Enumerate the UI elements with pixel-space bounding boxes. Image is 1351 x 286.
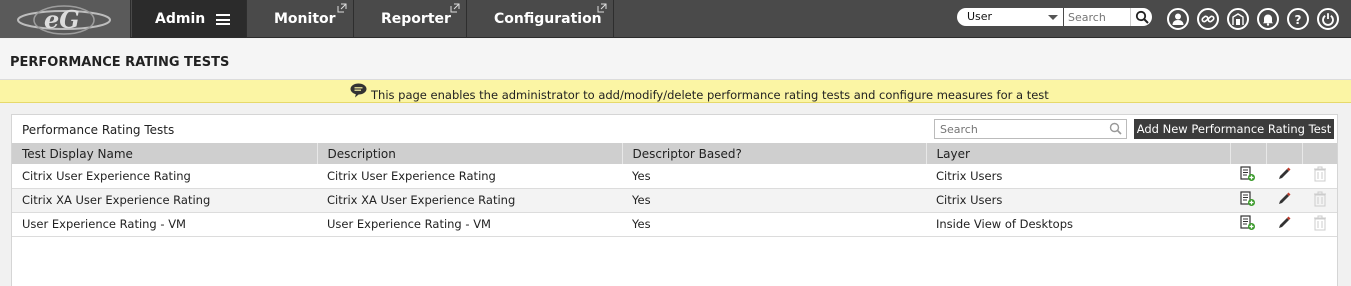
top-navigation-bar: eG Admin Monitor Reporter Configuration … (0, 0, 1351, 38)
speech-bubble-icon (350, 83, 367, 98)
column-header[interactable]: Layer (926, 143, 1231, 164)
search-icon[interactable] (1109, 122, 1122, 135)
table-row: Citrix User Experience Rating Citrix Use… (12, 164, 1337, 189)
edit-icon[interactable] (1266, 164, 1302, 189)
info-text: This page enables the administrator to a… (371, 88, 1049, 102)
bell-icon[interactable] (1257, 8, 1279, 30)
delete-icon[interactable] (1302, 164, 1337, 189)
menu-icon[interactable] (216, 14, 230, 25)
cell-descriptor: Yes (622, 212, 926, 237)
nav-monitor-label: Monitor (274, 11, 336, 27)
cell-layer: Citrix Users (926, 164, 1230, 189)
column-header-delete (1302, 143, 1337, 164)
external-link-icon (597, 3, 607, 13)
column-header-edit (1266, 143, 1303, 164)
building-icon[interactable] (1227, 8, 1249, 30)
nav-admin[interactable]: Admin (132, 0, 247, 38)
cell-descriptor: Yes (622, 164, 926, 189)
external-link-icon (450, 3, 460, 13)
page-title: PERFORMANCE RATING TESTS (10, 55, 230, 70)
configure-measures-icon[interactable] (1230, 212, 1266, 237)
link-icon[interactable] (1197, 8, 1219, 30)
cell-layer: Citrix Users (926, 188, 1230, 213)
user-icon[interactable] (1167, 8, 1189, 30)
nav-admin-label: Admin (155, 11, 206, 27)
table-row: Citrix XA User Experience Rating Citrix … (12, 188, 1337, 213)
power-icon[interactable] (1317, 8, 1339, 30)
cell-description: Citrix User Experience Rating (317, 164, 622, 189)
tests-table: Test Display Name Description Descriptor… (12, 143, 1337, 237)
external-link-icon (337, 3, 347, 13)
add-test-button[interactable]: Add New Performance Rating Test (1134, 119, 1334, 139)
search-type-value: User (967, 10, 993, 23)
delete-icon[interactable] (1302, 188, 1337, 213)
delete-icon[interactable] (1302, 212, 1337, 237)
nav-configuration[interactable]: Configuration (468, 0, 614, 38)
cell-name: User Experience Rating - VM (12, 212, 317, 237)
search-icon (1135, 10, 1149, 24)
top-search-button[interactable] (1130, 8, 1152, 26)
svg-text:?: ? (1295, 13, 1302, 26)
nav-configuration-label: Configuration (494, 11, 602, 27)
column-header[interactable]: Description (317, 143, 623, 164)
help-icon[interactable]: ? (1287, 8, 1309, 30)
eg-logo[interactable]: eG (0, 0, 131, 38)
chevron-down-icon (1048, 15, 1058, 20)
panel-title: Performance Rating Tests (22, 123, 175, 137)
top-search-input[interactable] (1064, 8, 1130, 26)
table-row: User Experience Rating - VM User Experie… (12, 212, 1337, 237)
nav-reporter-label: Reporter (381, 11, 451, 27)
info-banner: This page enables the administrator to a… (0, 80, 1351, 103)
table-header-row: Test Display Name Description Descriptor… (12, 143, 1337, 164)
tests-panel: Performance Rating Tests Add New Perform… (11, 114, 1338, 286)
table-search-input[interactable] (934, 119, 1127, 139)
page-title-bar: PERFORMANCE RATING TESTS (0, 39, 1351, 80)
column-header[interactable]: Test Display Name (12, 143, 318, 164)
cell-name: Citrix XA User Experience Rating (12, 188, 317, 213)
column-header-configure (1230, 143, 1267, 164)
edit-icon[interactable] (1266, 212, 1302, 237)
cell-name: Citrix User Experience Rating (12, 164, 317, 189)
edit-icon[interactable] (1266, 188, 1302, 213)
nav-monitor[interactable]: Monitor (248, 0, 354, 38)
svg-text:eG: eG (44, 5, 80, 34)
configure-measures-icon[interactable] (1230, 188, 1266, 213)
cell-description: User Experience Rating - VM (317, 212, 622, 237)
cell-layer: Inside View of Desktops (926, 212, 1230, 237)
search-type-select[interactable]: User (957, 8, 1063, 26)
cell-description: Citrix XA User Experience Rating (317, 188, 622, 213)
configure-measures-icon[interactable] (1230, 164, 1266, 189)
cell-descriptor: Yes (622, 188, 926, 213)
column-header[interactable]: Descriptor Based? (622, 143, 927, 164)
nav-reporter[interactable]: Reporter (355, 0, 467, 38)
